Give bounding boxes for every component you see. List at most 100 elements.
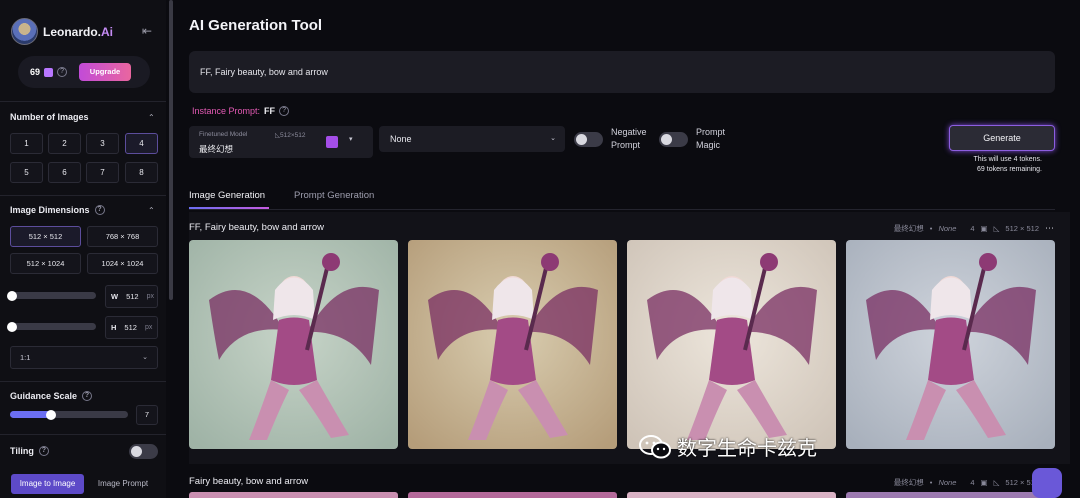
instance-prompt-label: Instance Prompt: <box>192 106 261 116</box>
model-select[interactable]: Finetuned Model ◺512×512 最终幻想 ▾ <box>189 126 373 158</box>
dimension-option[interactable]: 1024 × 1024 <box>87 253 158 274</box>
divider <box>0 195 166 196</box>
collapse-sidebar-icon[interactable]: ⇤ <box>142 24 152 38</box>
wechat-icon <box>638 434 672 459</box>
token-icon <box>44 67 54 77</box>
chat-button[interactable] <box>1032 468 1062 498</box>
dimension-icon: ◺ <box>993 224 1000 233</box>
num-images-option-8[interactable]: 8 <box>125 162 158 183</box>
model-resolution: ◺512×512 <box>275 132 306 139</box>
model-sub-label: Finetuned Model <box>199 131 248 138</box>
tokens-remaining-note: 69 tokens remaining. <box>977 166 1042 173</box>
generation-title: Fairy beauty, bow and arrow <box>189 476 309 487</box>
num-images-option-1[interactable]: 1 <box>10 133 43 154</box>
style-select[interactable]: None ⌄ <box>379 126 565 152</box>
upgrade-button[interactable]: Upgrade <box>79 63 132 81</box>
token-pill: 69 ? Upgrade <box>18 56 150 88</box>
tab-prompt-generation[interactable]: Prompt Generation <box>294 190 374 201</box>
model-icon <box>326 136 338 148</box>
meta-count: 4 <box>970 224 975 233</box>
generated-image[interactable] <box>189 240 398 449</box>
meta-size: 512 × 512 <box>1005 224 1039 233</box>
divider <box>0 381 166 382</box>
generated-image[interactable] <box>846 492 1055 498</box>
dot-separator: • <box>929 224 933 233</box>
chevron-up-icon[interactable]: ⌃ <box>148 206 155 215</box>
num-images-option-4[interactable]: 4 <box>125 133 158 154</box>
width-unit: px <box>146 293 155 300</box>
width-slider[interactable] <box>7 290 96 301</box>
guidance-value[interactable]: 7 <box>136 405 158 425</box>
image-prompt-tab[interactable]: Image Prompt <box>88 474 158 494</box>
help-icon[interactable]: ? <box>57 67 68 77</box>
negative-prompt-label: Negative Prompt <box>611 127 647 150</box>
prompt-magic-toggle[interactable] <box>659 132 688 147</box>
prompt-magic-label: Prompt Magic <box>696 127 726 150</box>
page-title: AI Generation Tool <box>189 17 323 34</box>
instance-prompt: Instance Prompt: FF ? <box>192 106 290 116</box>
aspect-ratio-value: 1:1 <box>20 353 31 362</box>
generation-meta: 最终幻想 • None 4 ▣ ◺ 512 × 512 ⋯ <box>894 477 1054 488</box>
height-slider-knob[interactable] <box>7 321 17 332</box>
toggle-knob <box>131 446 142 457</box>
chevron-down-icon: ⌄ <box>550 135 556 142</box>
tiling-toggle[interactable] <box>129 444 158 459</box>
image-to-image-tab[interactable]: Image to Image <box>11 474 84 494</box>
meta-style: None <box>938 224 957 233</box>
generated-image[interactable] <box>627 240 836 449</box>
token-usage-note: This will use 4 tokens. <box>973 156 1042 163</box>
instance-prompt-value: FF <box>264 106 276 116</box>
chevron-down-icon: ⌄ <box>142 354 148 361</box>
negative-prompt-toggle[interactable] <box>574 132 603 147</box>
num-images-option-7[interactable]: 7 <box>86 162 119 183</box>
sidebar-scrollbar[interactable] <box>169 0 173 300</box>
height-unit: px <box>144 324 153 331</box>
main-panel: AI Generation Tool FF, Fairy beauty, bow… <box>174 0 1080 498</box>
prompt-input[interactable]: FF, Fairy beauty, bow and arrow <box>189 51 1055 93</box>
width-field[interactable]: W 512 px <box>105 285 158 308</box>
num-images-option-3[interactable]: 3 <box>86 133 119 154</box>
guidance-slider[interactable] <box>10 409 128 420</box>
image-icon: ▣ <box>980 478 988 487</box>
generation-title: FF, Fairy beauty, bow and arrow <box>189 222 324 233</box>
generation-meta: 最终幻想 • None 4 ▣ ◺ 512 × 512 ⋯ <box>894 223 1054 234</box>
help-icon[interactable]: ? <box>82 391 93 401</box>
generated-image[interactable] <box>189 492 398 498</box>
width-value[interactable]: 512 <box>126 292 139 301</box>
dimension-option[interactable]: 512 × 1024 <box>10 253 81 274</box>
help-icon[interactable]: ? <box>38 446 49 456</box>
chevron-up-icon[interactable]: ⌃ <box>148 113 155 122</box>
toggle-knob <box>576 134 587 145</box>
dimension-option[interactable]: 768 × 768 <box>87 226 158 247</box>
num-images-option-6[interactable]: 6 <box>48 162 81 183</box>
height-value[interactable]: 512 <box>124 323 137 332</box>
style-value: None <box>390 134 412 144</box>
dimension-icon: ◺ <box>993 478 1000 487</box>
tiling-title: Tiling ? <box>10 446 49 456</box>
meta-count: 4 <box>970 478 975 487</box>
height-field[interactable]: H 512 px <box>105 316 158 339</box>
tab-image-generation[interactable]: Image Generation <box>189 190 265 201</box>
height-slider[interactable] <box>7 321 96 332</box>
generated-image[interactable] <box>408 492 617 498</box>
help-icon[interactable]: ? <box>279 106 290 116</box>
generated-image[interactable] <box>846 240 1055 449</box>
num-images-option-2[interactable]: 2 <box>48 133 81 154</box>
divider <box>189 209 1055 210</box>
num-images-option-5[interactable]: 5 <box>10 162 43 183</box>
help-icon[interactable]: ? <box>94 205 105 215</box>
divider <box>0 434 166 435</box>
brand[interactable]: Leonardo.Ai <box>11 18 113 45</box>
meta-model: 最终幻想 <box>893 478 924 487</box>
generated-image[interactable] <box>627 492 836 498</box>
generated-image[interactable] <box>408 240 617 449</box>
dot-separator: • <box>929 478 933 487</box>
width-label: W <box>111 292 119 301</box>
generate-button[interactable]: Generate <box>949 125 1055 151</box>
dimension-option[interactable]: 512 × 512 <box>10 226 81 247</box>
width-slider-knob[interactable] <box>7 290 17 301</box>
aspect-ratio-select[interactable]: 1:1 ⌄ <box>10 346 158 369</box>
num-images-title: Number of Images <box>10 112 89 122</box>
more-options-icon[interactable]: ⋯ <box>1045 223 1054 234</box>
guidance-slider-knob[interactable] <box>46 409 57 420</box>
